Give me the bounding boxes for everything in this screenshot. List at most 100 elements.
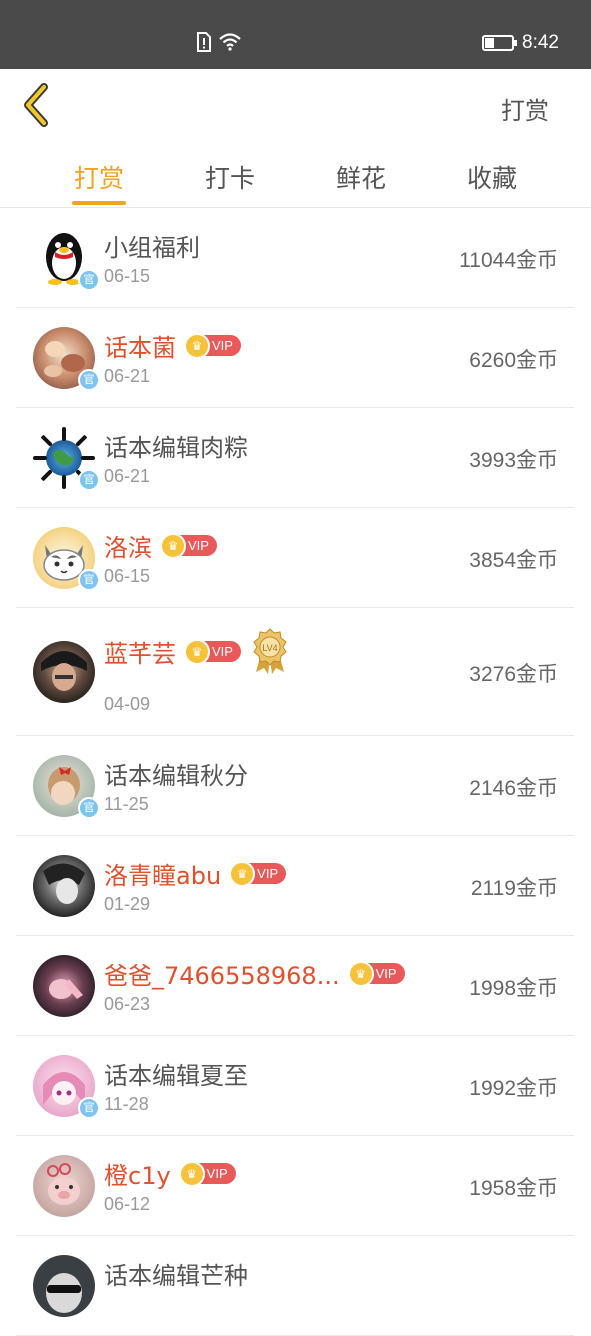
user-name[interactable]: 话本编辑秋分 (104, 756, 248, 791)
vip-badge: ♛ VIP (160, 533, 217, 559)
list-item[interactable]: 官 小组福利 06-15 11044金币 (16, 208, 574, 308)
name-line: 爸爸_7466558968... ♛ VIP (104, 956, 405, 991)
reward-date: 11-28 (104, 1094, 149, 1114)
vip-label: VIP (257, 866, 279, 881)
status-bar: 8:42 (0, 0, 591, 69)
official-badge: 官 (78, 797, 100, 819)
user-name[interactable]: 蓝芊芸 (104, 634, 176, 669)
list-item[interactable]: 官 话本编辑秋分 11-25 2146金币 (16, 736, 574, 836)
name-line: 话本菌 ♛ VIP (104, 328, 241, 363)
reward-amount: 2146金币 (469, 777, 558, 800)
list-item[interactable]: 话本编辑芒种 (16, 1236, 574, 1336)
avatar[interactable] (33, 855, 95, 917)
list-item[interactable]: 蓝芊芸 ♛ VIP LV4 04-09 3276金币 (16, 608, 574, 736)
name-line: 话本编辑秋分 (104, 756, 248, 791)
status-icons (196, 32, 242, 52)
crown-icon: ♛ (184, 638, 210, 665)
status-right: 8:42 (482, 32, 559, 54)
chevron-left-icon (24, 83, 48, 127)
pig-icon (33, 1155, 95, 1217)
list-item[interactable]: 橙c1y ♛ VIP 06-12 1958金币 (16, 1136, 574, 1236)
reward-action-button[interactable]: 打赏 (501, 91, 549, 126)
reward-date: 11-25 (104, 794, 149, 814)
name-line: 小组福利 (104, 228, 200, 263)
vip-badge: ♛ VIP (184, 638, 241, 665)
name-line: 橙c1y ♛ VIP (104, 1156, 236, 1191)
vip-label: VIP (188, 538, 209, 553)
reward-date: 01-29 (104, 894, 151, 914)
back-button[interactable] (20, 83, 60, 127)
medal-label: LV4 (262, 643, 277, 653)
reward-date: 06-15 (104, 566, 151, 586)
user-name[interactable]: 话本编辑肉粽 (104, 428, 248, 463)
vip-label: VIP (375, 966, 397, 981)
crown-icon: ♛ (347, 961, 374, 987)
tab-favorites[interactable]: 收藏 (432, 159, 552, 195)
user-name[interactable]: 话本编辑夏至 (104, 1056, 248, 1091)
tab-bar: 打赏 打卡 鲜花 收藏 (0, 141, 591, 208)
list-item[interactable]: 官 话本编辑夏至 11-28 1992金币 (16, 1036, 574, 1136)
name-line: 洛青瞳abu ♛ VIP (104, 856, 287, 891)
official-badge: 官 (78, 569, 100, 591)
avatar[interactable] (33, 641, 95, 703)
wifi-icon (219, 33, 241, 51)
reward-date: 06-23 (104, 994, 151, 1014)
user-name[interactable]: 橙c1y (104, 1156, 171, 1191)
tab-flowers[interactable]: 鲜花 (301, 159, 421, 195)
top-header: 打赏 (0, 69, 591, 141)
vip-label: VIP (206, 1166, 228, 1181)
user-name[interactable]: 洛青瞳abu (104, 856, 221, 891)
name-line: 话本编辑芒种 (104, 1256, 248, 1291)
official-badge: 官 (78, 369, 100, 391)
user-name[interactable]: 话本菌 (104, 328, 176, 363)
list-item[interactable]: 官 洛滨 ♛ VIP 06-15 3854金币 (16, 508, 574, 608)
reward-date: 06-15 (104, 266, 151, 286)
crown-icon: ♛ (178, 1161, 205, 1187)
name-line: 话本编辑肉粽 (104, 428, 248, 463)
list-item[interactable]: 洛青瞳abu ♛ VIP 01-29 2119金币 (16, 836, 574, 936)
avatar[interactable] (33, 1255, 95, 1317)
user-name[interactable]: 话本编辑芒种 (104, 1256, 248, 1291)
crown-icon: ♛ (160, 533, 186, 559)
pink-portrait-icon (33, 955, 95, 1017)
avatar[interactable] (33, 1155, 95, 1217)
vip-label: VIP (212, 338, 233, 353)
name-line: 蓝芊芸 ♛ VIP LV4 (104, 628, 287, 674)
monochrome-portrait-icon (33, 855, 95, 917)
official-badge: 官 (78, 469, 100, 491)
battery-icon (482, 35, 518, 51)
reward-amount: 3854金币 (469, 549, 558, 572)
reward-list: 官 小组福利 06-15 11044金币 官 话本菌 ♛ VIP 06-21 6… (16, 208, 574, 1336)
list-item[interactable]: 官 话本菌 ♛ VIP 06-21 6260金币 (16, 308, 574, 408)
crown-icon: ♛ (229, 861, 256, 887)
vip-badge: ♛ VIP (347, 961, 405, 987)
user-name[interactable]: 爸爸_7466558968... (104, 956, 340, 991)
level-medal-icon: LV4 (253, 628, 287, 674)
avatar[interactable] (33, 955, 95, 1017)
clock: 8:42 (522, 32, 559, 53)
list-item[interactable]: 官 话本编辑肉粽 06-21 3993金币 (16, 408, 574, 508)
portrait-photo-icon (33, 641, 95, 703)
reward-amount: 11044金币 (459, 249, 558, 272)
crown-icon: ♛ (184, 333, 210, 359)
vip-badge: ♛ VIP (229, 861, 287, 887)
vip-label: VIP (212, 643, 233, 659)
official-badge: 官 (78, 1097, 100, 1119)
reward-date: 06-12 (104, 1194, 151, 1214)
tab-reward[interactable]: 打赏 (39, 159, 159, 195)
name-line: 话本编辑夏至 (104, 1056, 248, 1091)
tab-checkin[interactable]: 打卡 (170, 159, 290, 195)
vip-badge: ♛ VIP (178, 1161, 236, 1187)
name-line: 洛滨 ♛ VIP (104, 528, 217, 563)
reward-date: 04-09 (104, 694, 151, 714)
active-tab-indicator (72, 201, 126, 205)
user-name[interactable]: 洛滨 (104, 528, 152, 563)
user-name[interactable]: 小组福利 (104, 228, 200, 263)
list-item[interactable]: 爸爸_7466558968... ♛ VIP 06-23 1998金币 (16, 936, 574, 1036)
vip-badge: ♛ VIP (184, 333, 241, 359)
sunglasses-portrait-icon (33, 1255, 95, 1317)
reward-date: 06-21 (104, 366, 151, 386)
reward-date: 06-21 (104, 466, 151, 486)
reward-amount: 1998金币 (469, 977, 558, 1000)
reward-amount: 3993金币 (469, 449, 558, 472)
